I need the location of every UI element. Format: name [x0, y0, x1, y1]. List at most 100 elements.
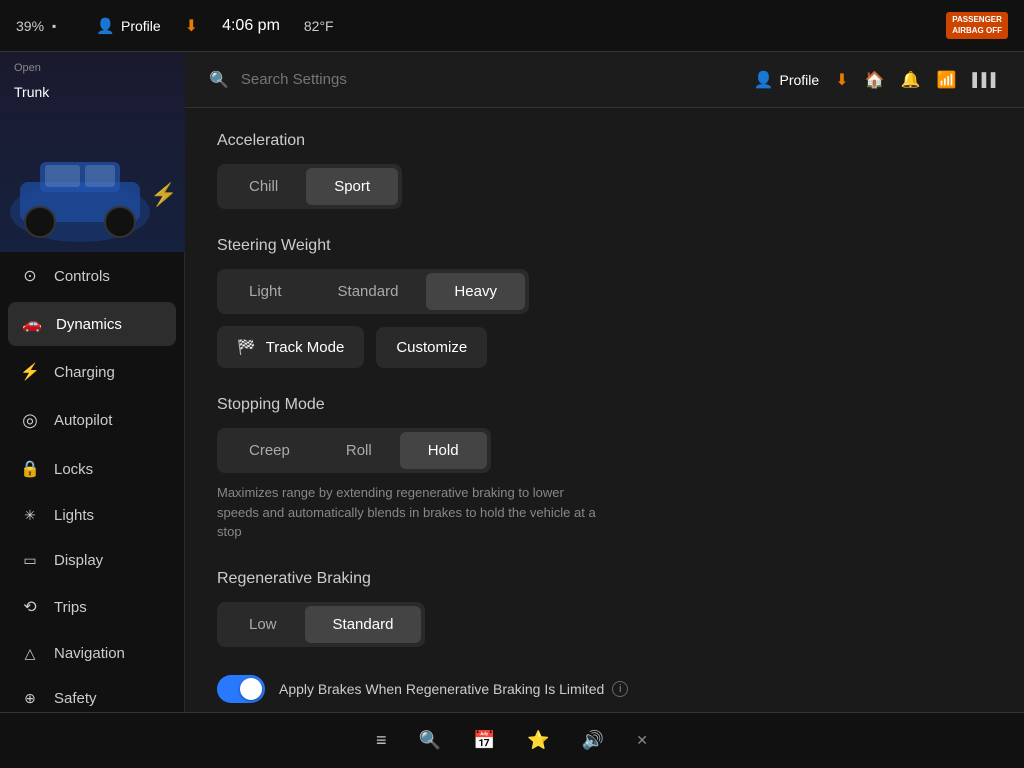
track-mode-row: 🏁 Track Mode Customize	[217, 326, 992, 368]
status-right: PASSENGERAIRBAG OFF	[946, 12, 1008, 39]
regen-braking-btn-group: Low Standard	[217, 602, 425, 647]
taskbar: ≡ 🔍 📅 ⭐ 🔊 ✕	[0, 712, 1024, 768]
stopping-description: Maximizes range by extending regenerativ…	[217, 483, 597, 542]
status-center: 👤 Profile ⬇ 4:06 pm 82°F	[96, 16, 946, 36]
regen-braking-section: Regenerative Braking Low Standard	[217, 570, 992, 647]
taskbar-search-icon[interactable]: 🔍	[419, 730, 441, 751]
signal-header-icon[interactable]: ▌▌▌	[972, 72, 1000, 87]
airbag-warning: PASSENGERAIRBAG OFF	[946, 12, 1008, 39]
sidebar-item-lights[interactable]: ✳ Lights	[0, 493, 184, 538]
apply-brakes-text: Apply Brakes When Regenerative Braking I…	[279, 681, 604, 697]
header-icons: 👤 Profile ⬇ 🏠 🔔 📶 ▌▌▌	[754, 70, 1000, 90]
checkered-flag-icon: 🏁	[237, 338, 256, 356]
controls-icon: ⊙	[20, 266, 40, 286]
search-input[interactable]	[241, 71, 742, 88]
stopping-mode-section: Stopping Mode Creep Roll Hold Maximizes …	[217, 396, 992, 542]
svg-text:⚡: ⚡	[150, 182, 177, 208]
toggle-thumb	[240, 678, 262, 700]
sidebar-item-controls[interactable]: ⊙ Controls	[0, 252, 184, 300]
home-header-icon[interactable]: 🏠	[865, 70, 885, 90]
sidebar-item-locks[interactable]: 🔒 Locks	[0, 445, 184, 493]
bell-header-icon[interactable]: 🔔	[901, 70, 921, 90]
taskbar-close-icon[interactable]: ✕	[636, 732, 648, 749]
open-label: Open	[14, 62, 41, 74]
person-icon: 👤	[96, 17, 115, 35]
trunk-label: Trunk	[14, 84, 49, 100]
steering-standard-btn[interactable]: Standard	[310, 273, 427, 310]
search-icon: 🔍	[209, 70, 229, 90]
customize-btn[interactable]: Customize	[376, 327, 487, 368]
trips-icon: ⟲	[20, 597, 40, 617]
dynamics-icon: 🚗	[22, 314, 42, 334]
stopping-hold-btn[interactable]: Hold	[400, 432, 487, 469]
header-person-icon: 👤	[754, 70, 774, 90]
sidebar-item-controls-label: Controls	[54, 268, 110, 285]
acceleration-btn-group: Chill Sport	[217, 164, 402, 209]
status-left: 39% ▪	[16, 18, 56, 34]
status-profile-label: Profile	[121, 18, 161, 34]
battery-icon: ▪	[52, 19, 56, 33]
lights-icon: ✳	[20, 507, 40, 524]
navigation-icon: △	[20, 645, 40, 662]
temperature-display: 82°F	[304, 18, 334, 34]
battery-text: 39%	[16, 18, 44, 34]
apply-brakes-row: Apply Brakes When Regenerative Braking I…	[217, 675, 992, 703]
acceleration-sport-btn[interactable]: Sport	[306, 168, 398, 205]
apply-brakes-label: Apply Brakes When Regenerative Braking I…	[279, 681, 628, 697]
track-mode-label: Track Mode	[266, 339, 345, 356]
car-image: ⚡	[0, 102, 185, 252]
display-icon: ▭	[20, 552, 40, 569]
sidebar-item-charging-label: Charging	[54, 364, 115, 381]
sidebar-item-display[interactable]: ▭ Display	[0, 538, 184, 583]
taskbar-calendar-icon[interactable]: 📅	[473, 730, 495, 751]
steering-btn-group: Light Standard Heavy	[217, 269, 529, 314]
stopping-roll-btn[interactable]: Roll	[318, 432, 400, 469]
steering-heavy-btn[interactable]: Heavy	[426, 273, 525, 310]
steering-light-btn[interactable]: Light	[221, 273, 310, 310]
stopping-creep-btn[interactable]: Creep	[221, 432, 318, 469]
time-display: 4:06 pm	[222, 17, 280, 35]
steering-weight-title: Steering Weight	[217, 237, 992, 255]
sidebar-item-safety[interactable]: ⊕ Safety	[0, 676, 184, 712]
sidebar-item-dynamics-label: Dynamics	[56, 316, 122, 333]
regen-standard-btn[interactable]: Standard	[305, 606, 422, 643]
header-profile[interactable]: 👤 Profile	[754, 70, 820, 90]
regen-braking-title: Regenerative Braking	[217, 570, 992, 588]
sidebar-item-safety-label: Safety	[54, 690, 97, 707]
status-profile[interactable]: 👤 Profile	[96, 17, 160, 35]
lock-icon: 🔒	[20, 459, 40, 479]
download-header-icon[interactable]: ⬇	[835, 70, 848, 90]
sidebar-item-trips[interactable]: ⟲ Trips	[0, 583, 184, 631]
sidebar-item-lights-label: Lights	[54, 507, 94, 524]
info-icon[interactable]: i	[612, 681, 628, 697]
charging-icon: ⚡	[20, 362, 40, 382]
car-panel: Open Trunk ⚡	[0, 52, 185, 252]
sidebar-item-navigation[interactable]: △ Navigation	[0, 631, 184, 676]
taskbar-apps-icon[interactable]: ⭐	[527, 730, 549, 751]
sidebar-item-autopilot-label: Autopilot	[54, 412, 112, 429]
sidebar-item-charging[interactable]: ⚡ Charging	[0, 348, 184, 396]
steering-weight-row: Light Standard Heavy	[217, 269, 992, 314]
status-bar: 39% ▪ 👤 Profile ⬇ 4:06 pm 82°F PASSENGER…	[0, 0, 1024, 52]
header-profile-label: Profile	[780, 72, 820, 88]
sidebar-item-dynamics[interactable]: 🚗 Dynamics	[8, 302, 176, 346]
download-icon[interactable]: ⬇	[185, 16, 198, 36]
stopping-mode-title: Stopping Mode	[217, 396, 992, 414]
stopping-mode-btn-group: Creep Roll Hold	[217, 428, 491, 473]
acceleration-section: Acceleration Chill Sport	[217, 132, 992, 209]
bluetooth-header-icon[interactable]: 📶	[936, 70, 956, 90]
sidebar-item-locks-label: Locks	[54, 461, 93, 478]
acceleration-title: Acceleration	[217, 132, 992, 150]
taskbar-volume-icon[interactable]: 🔊	[582, 730, 604, 751]
sidebar-item-autopilot[interactable]: ◎ Autopilot	[0, 396, 184, 445]
taskbar-menu-icon[interactable]: ≡	[376, 730, 387, 751]
steering-weight-section: Steering Weight Light Standard Heavy 🏁 T…	[217, 237, 992, 368]
apply-brakes-toggle[interactable]	[217, 675, 265, 703]
main-content: Acceleration Chill Sport Steering Weight…	[185, 108, 1024, 712]
sidebar: ⊙ Controls 🚗 Dynamics ⚡ Charging ◎ Autop…	[0, 252, 185, 712]
regen-low-btn[interactable]: Low	[221, 606, 305, 643]
acceleration-chill-btn[interactable]: Chill	[221, 168, 306, 205]
track-mode-btn[interactable]: 🏁 Track Mode	[217, 326, 364, 368]
sidebar-item-trips-label: Trips	[54, 599, 87, 616]
search-bar: 🔍 👤 Profile ⬇ 🏠 🔔 📶 ▌▌▌	[185, 52, 1024, 108]
